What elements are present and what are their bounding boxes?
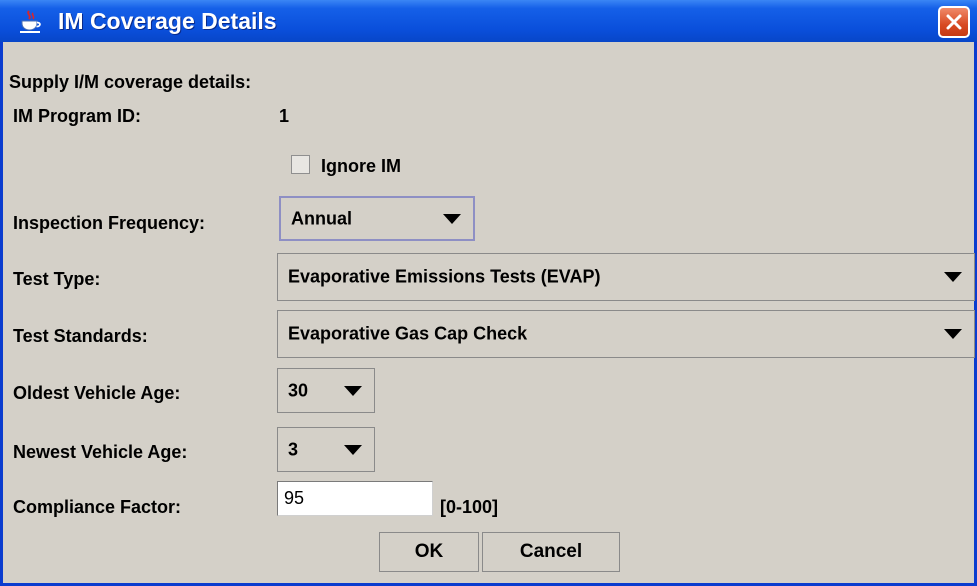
program-id-value: 1 (279, 106, 290, 126)
chevron-down-icon (443, 213, 461, 224)
newest-vehicle-age-select[interactable]: 3 (277, 427, 375, 472)
close-button[interactable] (938, 6, 970, 38)
compliance-factor-field[interactable] (277, 481, 433, 516)
newest-vehicle-age-label: Newest Vehicle Age: (13, 442, 188, 462)
chevron-down-icon (344, 444, 362, 455)
inspection-frequency-select[interactable]: Annual (279, 196, 475, 241)
compliance-range-hint: [0-100] (440, 497, 499, 517)
test-type-select[interactable]: Evaporative Emissions Tests (EVAP) (277, 253, 975, 301)
chevron-down-icon (344, 385, 362, 396)
test-standards-value: Evaporative Gas Cap Check (288, 323, 528, 344)
oldest-vehicle-age-label: Oldest Vehicle Age: (13, 383, 181, 403)
newest-vehicle-age-value: 3 (288, 439, 299, 459)
compliance-factor-label: Compliance Factor: (13, 497, 182, 517)
test-standards-select[interactable]: Evaporative Gas Cap Check (277, 310, 975, 358)
test-type-label: Test Type: (13, 269, 101, 289)
ignore-im-label[interactable]: Ignore IM (321, 155, 401, 177)
close-icon (946, 14, 962, 30)
cancel-button[interactable]: Cancel (482, 532, 620, 572)
java-cup-icon (18, 10, 42, 34)
ignore-im-checkbox[interactable] (291, 155, 310, 174)
oldest-vehicle-age-value: 30 (288, 380, 309, 400)
inspection-frequency-value: Annual (291, 208, 352, 228)
window-title: IM Coverage Details (58, 8, 277, 34)
chevron-down-icon (944, 272, 962, 282)
dialog-window: IM Coverage Details Supply I/M coverage … (0, 0, 977, 586)
form-heading: Supply I/M coverage details: (9, 72, 252, 92)
chevron-down-icon (944, 329, 962, 339)
test-standards-label: Test Standards: (13, 326, 148, 346)
compliance-factor-input[interactable] (284, 488, 424, 509)
title-bar[interactable]: IM Coverage Details (0, 0, 977, 42)
program-id-label: IM Program ID: (13, 106, 142, 126)
inspection-frequency-label: Inspection Frequency: (13, 213, 206, 233)
ok-button[interactable]: OK (379, 532, 479, 572)
oldest-vehicle-age-select[interactable]: 30 (277, 368, 375, 413)
test-type-value: Evaporative Emissions Tests (EVAP) (288, 266, 601, 287)
